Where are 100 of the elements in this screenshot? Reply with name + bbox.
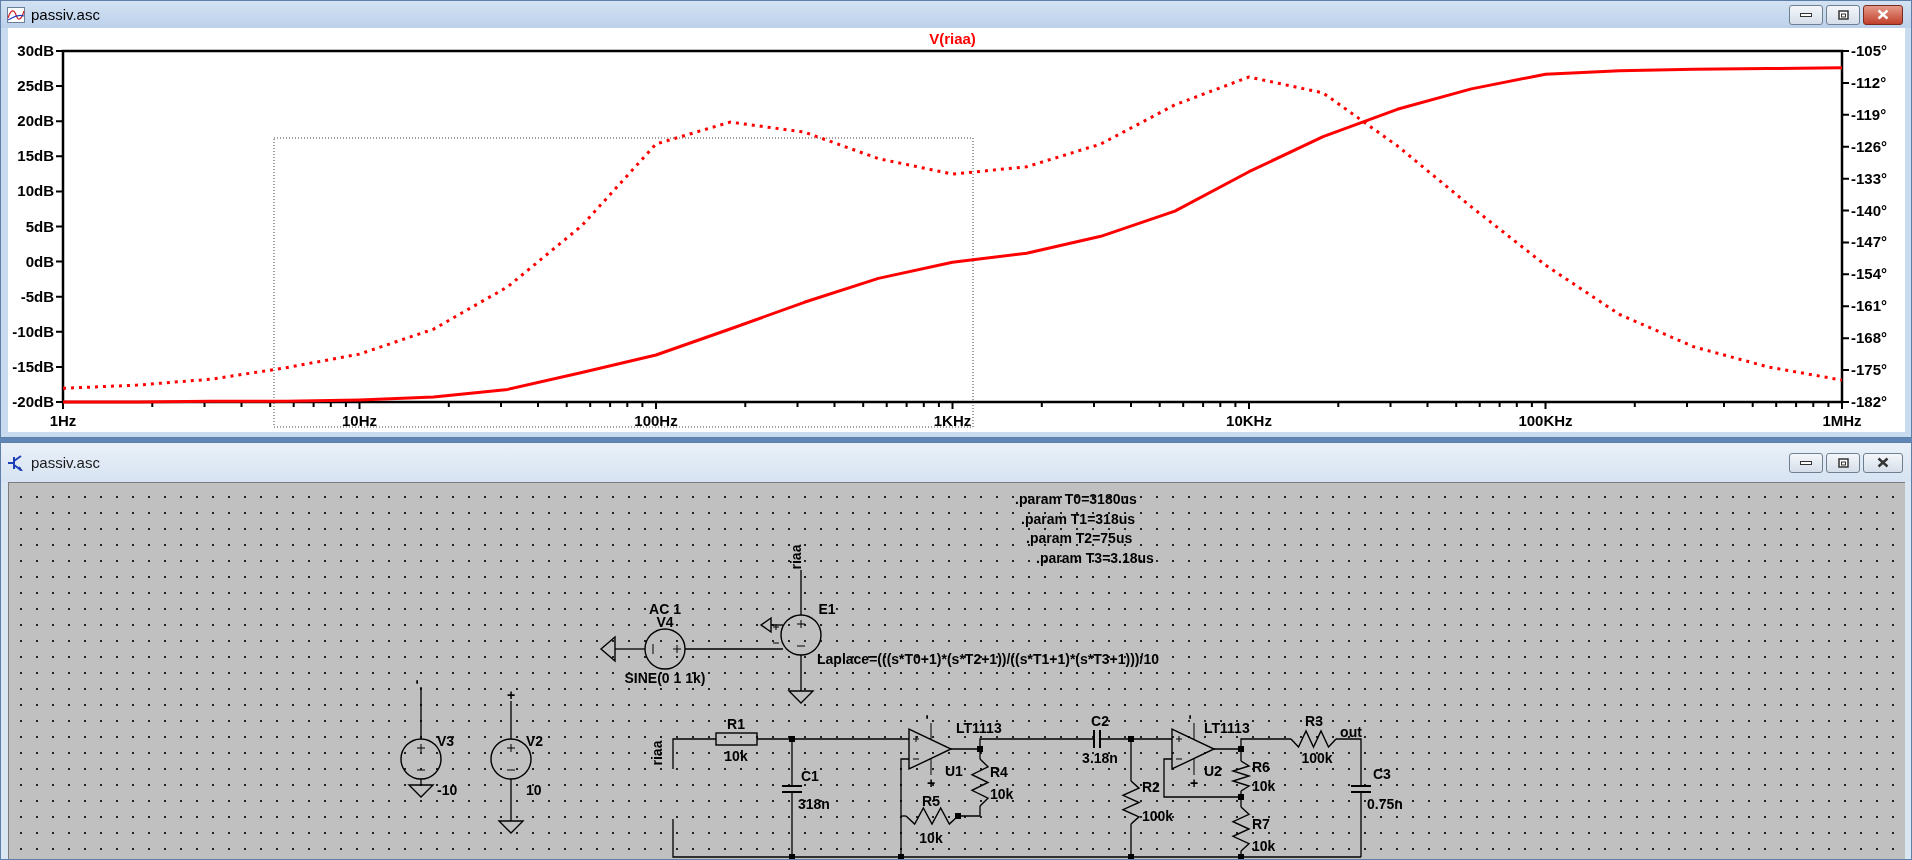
component-name: C2 [1091, 713, 1109, 729]
window-title: passiv.asc [31, 6, 100, 23]
net-label: riaa [788, 544, 804, 570]
net-label: + [926, 775, 936, 791]
axis-tick-label: 1Hz [49, 412, 77, 429]
minimize-button[interactable] [1789, 452, 1823, 473]
voltage-source-symbol [644, 628, 686, 670]
component-name: C1 [801, 768, 819, 784]
wire [800, 569, 802, 616]
axis-tick-label: 20dB [17, 112, 54, 130]
schematic-icon [7, 454, 25, 471]
component-value: 10k [990, 786, 1014, 802]
ground-symbol [599, 635, 616, 663]
axis-tick-label: 5dB [25, 217, 54, 235]
axis-tick-label: 15dB [17, 147, 54, 165]
axis-tick-label: -20dB [12, 393, 54, 410]
graph-icon [7, 6, 25, 23]
wire [614, 648, 646, 650]
net-label: - [918, 714, 934, 720]
close-icon [1877, 457, 1889, 468]
component-name: R1 [727, 716, 745, 732]
axis-tick-label: -105° [1851, 42, 1888, 59]
ground-symbol [759, 616, 772, 634]
resistor-symbol [1290, 729, 1337, 749]
component-name: C3 [1373, 766, 1391, 782]
resistor-symbol [1230, 760, 1252, 792]
chart-title: V(riaa) [929, 30, 976, 47]
capacitor-symbol [1093, 729, 1101, 749]
minimize-icon [1800, 11, 1812, 18]
component-name: R3 [1305, 713, 1323, 729]
axis-tick-label: 10KHz [1226, 412, 1272, 429]
ground-symbol [497, 820, 525, 834]
spice-directive: .param T1=318us [1021, 511, 1135, 527]
axis-tick-label: 10dB [17, 182, 54, 200]
axis-tick-label: 25dB [17, 77, 54, 95]
axis-tick-label: -147° [1851, 233, 1888, 251]
ground-symbol [787, 690, 815, 704]
axis-tick-label: -15dB [12, 357, 54, 375]
component-value: 10k [1252, 778, 1276, 794]
component-value: 10k [1252, 838, 1276, 854]
axis-tick-label: -140° [1851, 201, 1888, 219]
wire [1335, 738, 1362, 787]
resistor-symbol [1121, 780, 1141, 825]
wire [770, 624, 784, 626]
axis-tick-label: 10Hz [342, 412, 377, 429]
maximize-button[interactable] [1826, 452, 1860, 473]
window-title: passiv.asc [31, 454, 100, 471]
capacitor-symbol [781, 785, 803, 793]
resistor-symbol [715, 732, 758, 746]
axis-tick-label: -126° [1851, 137, 1888, 155]
axis-tick-label: -161° [1851, 297, 1888, 315]
minimize-button[interactable] [1789, 4, 1823, 25]
component-value: Laplace=(((s*T0+1)*(s*T2+1))/((s*T1+1)*(s*T3+1)))/10 [817, 651, 1159, 667]
component-value: 100k [1301, 750, 1333, 766]
axis-tick-label: -175° [1851, 361, 1888, 379]
ground-symbol [407, 784, 435, 798]
component-name: V2 [526, 733, 544, 749]
resistor-symbol [905, 806, 959, 826]
wire [510, 778, 512, 822]
wire [420, 686, 422, 740]
axis-tick-label: 100Hz [634, 412, 678, 429]
component-value: 0.75n [1367, 796, 1403, 812]
net-label: out [1340, 724, 1362, 740]
resistor-symbol [1231, 806, 1251, 852]
close-button[interactable] [1863, 452, 1903, 473]
wire [672, 738, 717, 770]
axis-tick-label: 100KHz [1518, 412, 1573, 429]
maximize-button[interactable] [1826, 4, 1860, 25]
component-name: U1 [945, 763, 963, 779]
close-icon [1877, 9, 1889, 20]
net-label: - [1181, 714, 1197, 720]
resistor-symbol [970, 758, 990, 807]
spice-directive: .param T0=3180us [1015, 491, 1137, 507]
axis-tick-label: 1MHz [1822, 412, 1862, 429]
component-name: V3 [437, 733, 455, 749]
axis-tick-label: -154° [1851, 265, 1888, 283]
spice-directive: .param T3=3.18us [1036, 550, 1154, 566]
component-name: E1 [818, 601, 836, 617]
component-value: 10k [724, 748, 748, 764]
axis-tick-label: -133° [1851, 169, 1888, 187]
component-value: SINE(0 1 1k) [624, 670, 706, 686]
spice-directive: .param T2=75us [1026, 530, 1133, 546]
axis-tick-label: -5dB [20, 287, 54, 305]
component-value: LT1113 [956, 720, 1002, 736]
component-name: V4 [656, 614, 674, 630]
net-label: riaa [649, 740, 665, 766]
minimize-icon [1800, 459, 1812, 466]
wire [800, 654, 802, 692]
restore-icon [1837, 9, 1849, 20]
component-name: U2 [1204, 763, 1222, 779]
wire [420, 778, 422, 786]
axis-tick-label: -119° [1851, 105, 1887, 123]
component-value: 3.18n [1082, 750, 1118, 766]
axis-tick-label: -182° [1851, 393, 1888, 410]
axis-tick-label: 30dB [17, 42, 54, 59]
component-value: -10 [437, 782, 458, 798]
axis-tick-label: -10dB [12, 322, 54, 340]
close-button[interactable] [1863, 4, 1903, 25]
component-name: R2 [1142, 779, 1160, 795]
restore-icon [1837, 457, 1849, 468]
